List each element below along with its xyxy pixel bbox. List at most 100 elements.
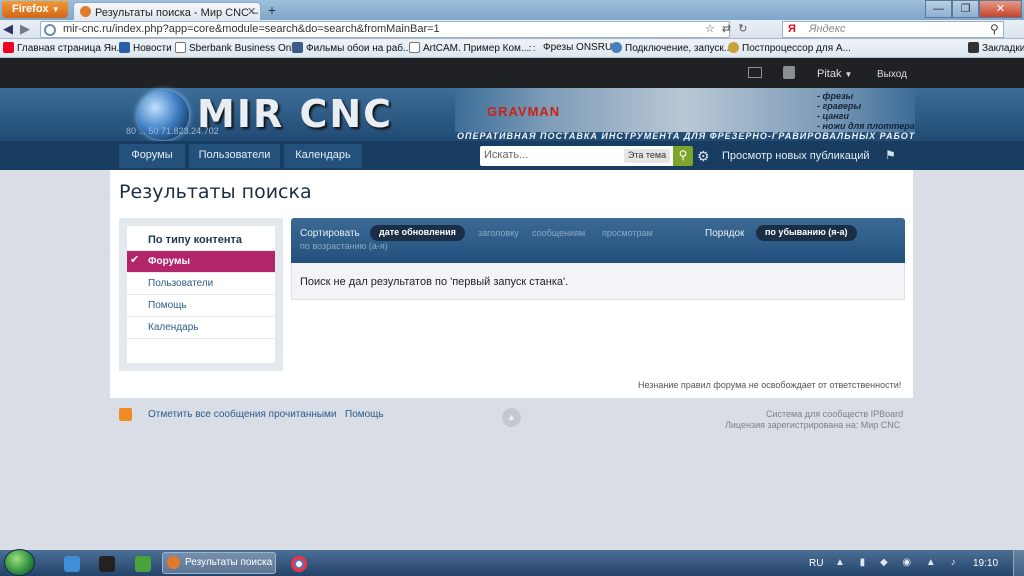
sidebar-item-label: Помощь [148, 300, 187, 311]
firefox-menu-button[interactable]: Firefox ▼ [2, 1, 68, 18]
checkmark-icon: ✔ [130, 254, 140, 266]
nav-tab-forums[interactable]: Форумы [119, 144, 185, 168]
chevron-down-icon: ▼ [51, 5, 60, 14]
url-bar[interactable]: mir-cnc.ru/index.php?app=core&module=sea… [40, 21, 730, 38]
no-results-message: Поиск не дал результатов по 'первый запу… [300, 276, 569, 288]
search-scope-selector[interactable]: Эта тема [624, 149, 670, 163]
bookmark-label: Фильмы обои на раб... [306, 43, 412, 54]
urlbar-tools-icon[interactable]: ☆ ⇄ ↻ [705, 22, 775, 37]
sidebar-empty-row [127, 338, 275, 363]
user-menu[interactable]: Pitak ▼ [817, 68, 852, 80]
bookmark-label: Постпроцессор для А... [742, 43, 851, 54]
powered-by-text[interactable]: Система для сообществ IPBoard [766, 409, 903, 419]
new-tab-button[interactable]: + [263, 3, 281, 19]
bookmark-item[interactable]: Подключение, запуск... [611, 42, 732, 56]
taskbar-clock[interactable]: 19:10 [973, 558, 998, 569]
bookmark-item[interactable]: Постпроцессор для А... [728, 42, 851, 56]
page-bookmark-icon [175, 42, 186, 53]
tab-title: Результаты поиска - Мир CNC – фору... [95, 7, 260, 19]
page-title: Результаты поиска [119, 181, 312, 203]
minimize-button[interactable]: — [925, 0, 952, 18]
sidebar-item-users[interactable]: Пользователи [127, 272, 275, 294]
chrome-icon[interactable] [291, 556, 307, 572]
help-link[interactable]: Помощь [345, 409, 384, 420]
bookmark-label: Sberbank Business Onl... [189, 43, 302, 54]
bookmarks-menu[interactable]: Закладки [968, 42, 1024, 56]
banner-slogan: ОПЕРАТИВНАЯ ПОСТАВКА ИНСТРУМЕНТА ДЛЯ ФРЕ… [457, 131, 916, 141]
new-posts-link[interactable]: Просмотр новых публикаций [722, 150, 870, 162]
sidebar-item-label: Форумы [148, 256, 190, 267]
map-marker-icon[interactable]: ⚑ [885, 148, 896, 162]
rss-icon[interactable] [119, 408, 132, 421]
search-engine-placeholder: Яндекс [809, 23, 846, 35]
system-tray-icons[interactable]: ▲ ▮ ◆ ◉ ▲ ♪ [835, 557, 962, 568]
order-asc-link[interactable]: по возрастанию (а-я) [300, 241, 388, 251]
show-desktop-button[interactable] [1013, 550, 1024, 576]
profile-icon[interactable] [783, 66, 795, 79]
bookmark-label: ArtCAM. Пример Ком... [423, 43, 530, 54]
yandex-bookmark-icon [3, 42, 14, 53]
user-name: Pitak [817, 68, 842, 80]
close-tab-icon[interactable]: ✕ [247, 5, 259, 18]
banner-product-list: - фрезы - граверы - цанги - ножи для пло… [817, 91, 915, 131]
torrent-client-icon[interactable] [135, 556, 151, 572]
logout-link[interactable]: Выход [877, 69, 907, 80]
bookmark-item[interactable]: Фильмы обои на раб... [292, 42, 411, 56]
folder-bookmark-icon: ∷ [529, 44, 536, 55]
close-window-button[interactable]: ✕ [979, 0, 1022, 18]
sidebar-item-forums[interactable]: Форумы [127, 250, 275, 272]
bookmark-item[interactable]: Sberbank Business Onl... [175, 42, 302, 56]
language-indicator[interactable]: RU [809, 558, 823, 569]
bookmarks-menu-label: Закладки [982, 43, 1024, 54]
banner-list-item: - ножи для плоттера [817, 121, 915, 131]
search-icon[interactable]: ⚲ [990, 22, 999, 36]
url-text: mir-cnc.ru/index.php?app=core&module=sea… [63, 23, 440, 35]
bookmark-label: Главная страница Ян... [17, 43, 125, 54]
forward-arrow-icon[interactable]: ▶ [20, 21, 34, 37]
search-button[interactable]: ⚲ [673, 146, 693, 166]
bookmark-label: Новости [133, 43, 172, 54]
site-identity-icon[interactable] [44, 24, 56, 36]
sidebar-item-label: Календарь [148, 322, 199, 333]
bookmark-label: Фрезы ONSRUD [543, 42, 620, 53]
mark-all-read-link[interactable]: Отметить все сообщения прочитанными [148, 409, 337, 420]
sidebar-item-calendar[interactable]: Календарь [127, 316, 275, 338]
gear-icon[interactable]: ⚙ [697, 148, 710, 165]
sort-by-views-link[interactable]: просмотрам [602, 228, 653, 238]
bookmark-item[interactable]: Главная страница Ян... [3, 42, 125, 56]
back-arrow-icon[interactable]: ◀ [3, 21, 19, 37]
sort-by-posts-link[interactable]: сообщениям [532, 228, 585, 238]
sort-by-title-link[interactable]: заголовку [478, 228, 519, 238]
bookmark-item[interactable]: ArtCAM. Пример Ком... [409, 42, 529, 56]
banner-list-item: - цанги [817, 111, 849, 121]
site-logo[interactable]: MIR CNC [197, 92, 393, 136]
firefox-icon [167, 556, 180, 569]
license-text: Лицензия зарегистрирована на: Мир CNC [725, 420, 901, 430]
star-bookmarks-icon [968, 42, 979, 53]
search-engine-input[interactable]: Яндекс [782, 21, 1004, 38]
mail-icon[interactable] [748, 67, 762, 78]
sort-by-date-button[interactable]: дате обновления [370, 225, 465, 241]
bookmark-item[interactable]: Новости [119, 42, 172, 56]
monitor-bookmark-icon [292, 42, 303, 53]
nav-tab-calendar[interactable]: Календарь [284, 144, 362, 168]
browser-tab-active[interactable]: Результаты поиска - Мир CNC – фору... [73, 2, 261, 20]
media-player-icon[interactable] [99, 556, 115, 572]
banner-phone: 80 ... 50 71.823.24.702 [126, 126, 219, 136]
chevron-down-icon: ▼ [844, 70, 853, 79]
nav-tab-users[interactable]: Пользователи [189, 144, 280, 168]
banner-list-item: - граверы [817, 101, 862, 111]
user-bar [0, 58, 1024, 88]
bookmark-item[interactable]: ∷ Фрезы ONSRUD [529, 42, 619, 56]
sort-label: Сортировать [300, 228, 360, 239]
internet-explorer-icon[interactable] [64, 556, 80, 572]
scroll-to-top-icon[interactable]: ▲ [502, 408, 521, 427]
sidebar-item-label: Пользователи [148, 278, 214, 289]
sidebar-item-help[interactable]: Помощь [127, 294, 275, 316]
maximize-button[interactable]: ❐ [952, 0, 979, 18]
order-desc-button[interactable]: по убыванию (я-а) [756, 225, 857, 241]
forum-disclaimer: Незнание правил форума не освобождает от… [638, 380, 902, 390]
news-bookmark-icon [119, 42, 130, 53]
start-button[interactable] [4, 549, 35, 576]
compass-bookmark-icon [728, 42, 739, 53]
